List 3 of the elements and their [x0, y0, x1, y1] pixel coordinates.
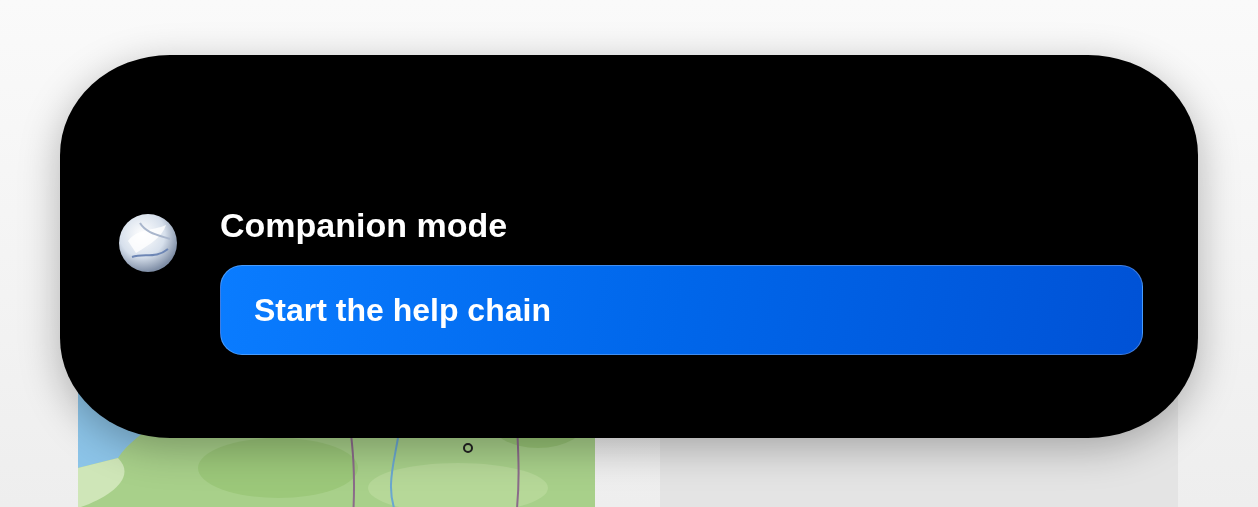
banner-title: Companion mode — [220, 205, 509, 245]
orb-icon — [118, 213, 178, 273]
start-button[interactable]: Start the help chain — [220, 265, 1143, 355]
